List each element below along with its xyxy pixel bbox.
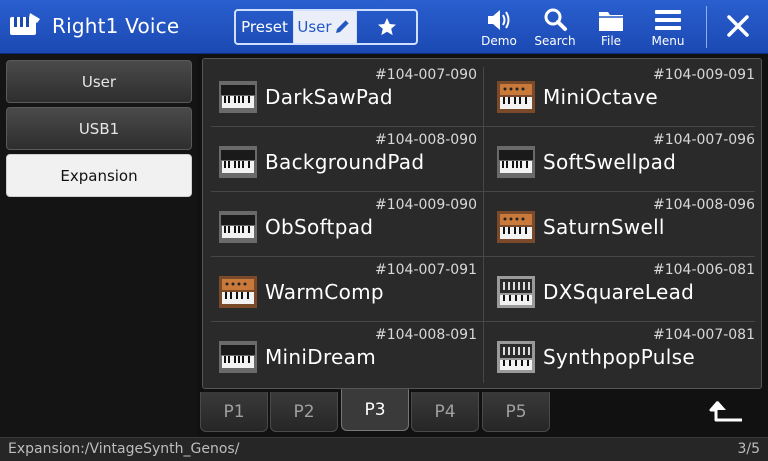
tab-preset[interactable]: Preset bbox=[236, 11, 294, 43]
pencil-icon bbox=[335, 19, 349, 33]
page-tab-label: P5 bbox=[505, 401, 527, 422]
page-title: Right1 Voice bbox=[52, 14, 180, 38]
voice-name: SynthpopPulse bbox=[543, 345, 695, 369]
dx-synth-thumb-icon bbox=[497, 339, 535, 375]
page-tab-label: P4 bbox=[434, 401, 456, 422]
current-path: Expansion:/VintageSynth_Genos/ bbox=[8, 441, 240, 457]
voice-item[interactable]: #104-006-081 DXSquareLead bbox=[489, 258, 759, 321]
file-label: File bbox=[600, 34, 622, 48]
voice-name: MiniDream bbox=[265, 345, 376, 369]
sidebar-item-label: User bbox=[81, 72, 117, 91]
keyboard-thumb-icon bbox=[497, 144, 535, 180]
speaker-icon bbox=[488, 10, 510, 30]
voice-item[interactable]: #104-008-096 SaturnSwell bbox=[489, 193, 759, 256]
keyboard-thumb-icon bbox=[219, 144, 257, 180]
tab-page-4[interactable]: P4 bbox=[411, 392, 479, 432]
location-sidebar: User USB1 Expansion bbox=[0, 55, 197, 437]
keyboard-thumb-icon bbox=[219, 339, 257, 375]
voice-name: DarkSawPad bbox=[265, 85, 393, 109]
demo-label: Demo bbox=[481, 34, 517, 48]
tab-page-2[interactable]: P2 bbox=[270, 392, 338, 432]
page-tab-label: P3 bbox=[364, 400, 386, 420]
analog-synth-thumb-icon bbox=[497, 79, 535, 115]
keyboard-hand-icon bbox=[10, 13, 40, 35]
voice-item[interactable]: #104-007-081 SynthpopPulse bbox=[489, 323, 759, 386]
column-divider bbox=[483, 67, 484, 383]
search-label: Search bbox=[534, 34, 576, 48]
row-divider bbox=[211, 191, 755, 192]
voice-name: DXSquareLead bbox=[543, 280, 695, 304]
voice-name: SoftSwellpad bbox=[543, 150, 677, 174]
voice-name: ObSoftpad bbox=[265, 215, 374, 239]
page-tab-label: P2 bbox=[293, 401, 315, 422]
row-divider bbox=[211, 126, 755, 127]
search-icon bbox=[544, 8, 567, 31]
voice-name: WarmComp bbox=[265, 280, 384, 304]
sidebar-item-expansion[interactable]: Expansion bbox=[6, 154, 192, 197]
voice-number: #104-007-096 bbox=[653, 132, 755, 148]
star-icon bbox=[377, 18, 396, 36]
analog-synth-thumb-icon bbox=[497, 209, 535, 245]
voice-item[interactable]: #104-007-091 WarmComp bbox=[211, 258, 481, 321]
voice-number: #104-007-081 bbox=[653, 327, 755, 343]
voice-number: #104-008-090 bbox=[375, 132, 477, 148]
keyboard-thumb-icon bbox=[219, 209, 257, 245]
voice-name: BackgroundPad bbox=[265, 150, 425, 174]
analog-synth-thumb-icon bbox=[219, 274, 257, 310]
voice-list-panel: #104-007-090 DarkSawPad #104-009-091 MiniOc… bbox=[202, 58, 762, 389]
header-bar: Right1 Voice Preset User Demo Search Fil… bbox=[0, 0, 768, 54]
voice-item[interactable]: #104-009-090 ObSoftpad bbox=[211, 193, 481, 256]
voice-item[interactable]: #104-009-091 MiniOctave bbox=[489, 63, 759, 126]
tab-user-label: User bbox=[297, 18, 332, 36]
sidebar-item-label: Expansion bbox=[60, 166, 138, 185]
file-button[interactable]: File bbox=[583, 6, 639, 50]
voice-item[interactable]: #104-007-090 DarkSawPad bbox=[211, 63, 481, 126]
voice-number: #104-007-091 bbox=[375, 262, 477, 278]
dx-synth-thumb-icon bbox=[497, 274, 535, 310]
demo-button[interactable]: Demo bbox=[471, 6, 527, 50]
sidebar-item-usb1[interactable]: USB1 bbox=[6, 107, 192, 150]
menu-label: Menu bbox=[651, 34, 685, 48]
row-divider bbox=[211, 321, 755, 322]
voice-number: #104-007-090 bbox=[375, 67, 477, 83]
page-indicator: 3/5 bbox=[737, 441, 760, 457]
folder-up-icon[interactable] bbox=[704, 396, 752, 432]
status-bar: Expansion:/VintageSynth_Genos/ 3/5 bbox=[0, 437, 768, 461]
row-divider bbox=[211, 256, 755, 257]
tab-page-3[interactable]: P3 bbox=[341, 389, 409, 431]
voice-number: #104-009-091 bbox=[653, 67, 755, 83]
voice-number: #104-009-090 bbox=[375, 197, 477, 213]
voice-item[interactable]: #104-008-091 MiniDream bbox=[211, 323, 481, 386]
tab-page-1[interactable]: P1 bbox=[200, 392, 268, 432]
tab-favorite[interactable] bbox=[357, 11, 416, 43]
voice-number: #104-006-081 bbox=[653, 262, 755, 278]
search-button[interactable]: Search bbox=[527, 6, 583, 50]
voice-number: #104-008-091 bbox=[375, 327, 477, 343]
sidebar-item-label: USB1 bbox=[78, 119, 120, 138]
voice-item[interactable]: #104-007-096 SoftSwellpad bbox=[489, 128, 759, 191]
keyboard-thumb-icon bbox=[219, 79, 257, 115]
voice-name: SaturnSwell bbox=[543, 215, 665, 239]
title-area: Right1 Voice bbox=[8, 11, 179, 41]
page-tab-label: P1 bbox=[223, 401, 245, 422]
sidebar-item-user[interactable]: User bbox=[6, 60, 192, 103]
menu-icon bbox=[655, 10, 681, 30]
close-icon[interactable] bbox=[718, 10, 758, 44]
tab-page-5[interactable]: P5 bbox=[482, 392, 550, 432]
folder-icon bbox=[599, 12, 623, 31]
voice-number: #104-008-096 bbox=[653, 197, 755, 213]
voice-name: MiniOctave bbox=[543, 85, 659, 109]
voice-source-toggle: Preset User bbox=[234, 9, 418, 45]
voice-item[interactable]: #104-008-090 BackgroundPad bbox=[211, 128, 481, 191]
menu-button[interactable]: Menu bbox=[640, 6, 696, 50]
header-divider bbox=[706, 6, 707, 48]
tab-preset-label: Preset bbox=[241, 18, 288, 36]
tab-user[interactable]: User bbox=[294, 11, 357, 43]
